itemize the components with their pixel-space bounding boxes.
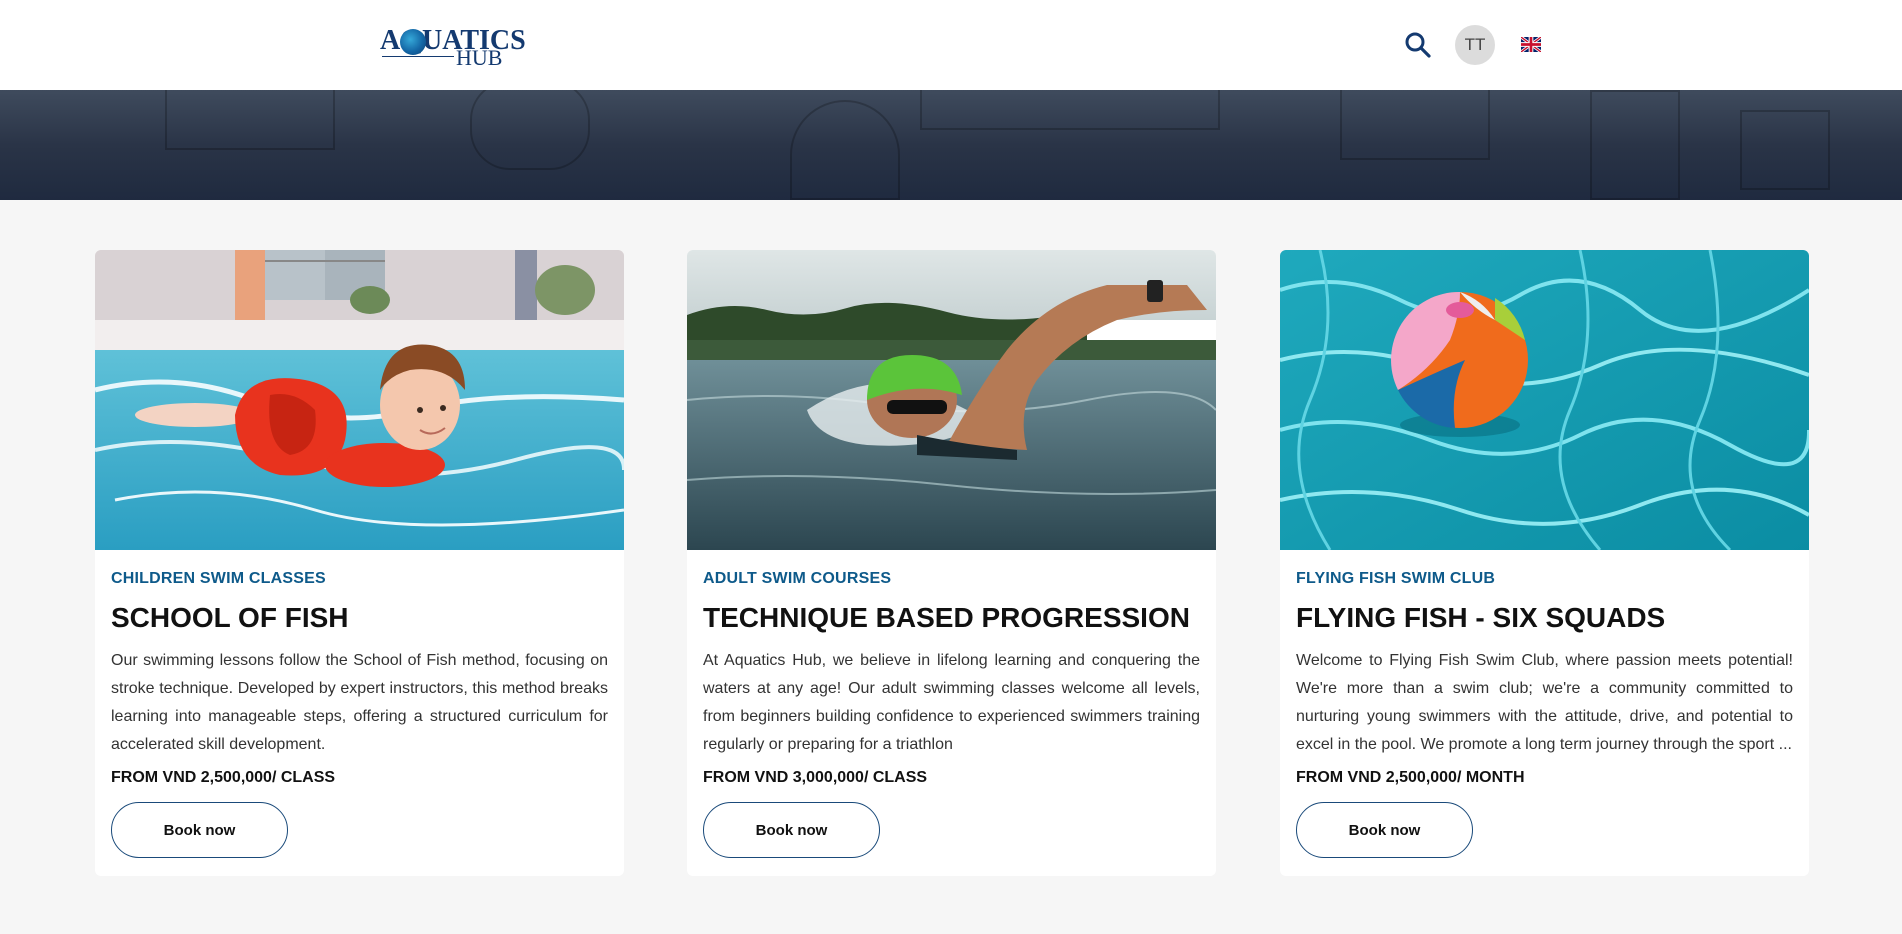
card-price: FROM VND 2,500,000/ MONTH: [1296, 769, 1525, 786]
logo-text-line2: HUB: [456, 45, 503, 70]
card-title: TECHNIQUE BASED PROGRESSION: [703, 602, 1190, 633]
aquatics-hub-logo[interactable]: AQUATICS HUB: [380, 26, 526, 70]
course-card-school-of-fish: CHILDREN SWIM CLASSES SCHOOL OF FISH Our…: [95, 250, 624, 876]
book-now-button[interactable]: Book now: [703, 802, 880, 858]
card-category: FLYING FISH SWIM CLUB: [1296, 570, 1496, 587]
search-button[interactable]: [1403, 30, 1433, 60]
course-card-flying-fish: FLYING FISH SWIM CLUB FLYING FISH - SIX …: [1280, 250, 1809, 876]
child-swimming-photo: [95, 250, 624, 550]
card-title: SCHOOL OF FISH: [111, 602, 349, 633]
hero-banner: [0, 90, 1902, 200]
card-price: FROM VND 3,000,000/ CLASS: [703, 769, 928, 786]
logo-wave-icon: [400, 29, 426, 55]
site-header: AQUATICS HUB TT: [0, 0, 1902, 90]
card-description: Our swimming lessons follow the School o…: [111, 652, 608, 753]
logo-rule: [382, 56, 454, 57]
beach-ball-pool-photo: [1280, 250, 1809, 550]
adult-swimmer-photo: [687, 250, 1216, 550]
course-card-technique-based-progression: ADULT SWIM COURSES TECHNIQUE BASED PROGR…: [687, 250, 1216, 876]
card-title: FLYING FISH - SIX SQUADS: [1296, 602, 1666, 633]
card-price: FROM VND 2,500,000/ CLASS: [111, 769, 336, 786]
search-icon: [1405, 32, 1431, 58]
card-category: CHILDREN SWIM CLASSES: [111, 570, 326, 587]
user-avatar[interactable]: TT: [1455, 25, 1495, 65]
book-now-button[interactable]: Book now: [111, 802, 288, 858]
card-description: Welcome to Flying Fish Swim Club, where …: [1296, 652, 1793, 753]
card-category: ADULT SWIM COURSES: [703, 570, 892, 587]
language-selector[interactable]: [1520, 35, 1542, 54]
card-description: At Aquatics Hub, we believe in lifelong …: [703, 652, 1200, 753]
book-now-button[interactable]: Book now: [1296, 802, 1473, 858]
uk-flag-icon: [1520, 35, 1542, 54]
